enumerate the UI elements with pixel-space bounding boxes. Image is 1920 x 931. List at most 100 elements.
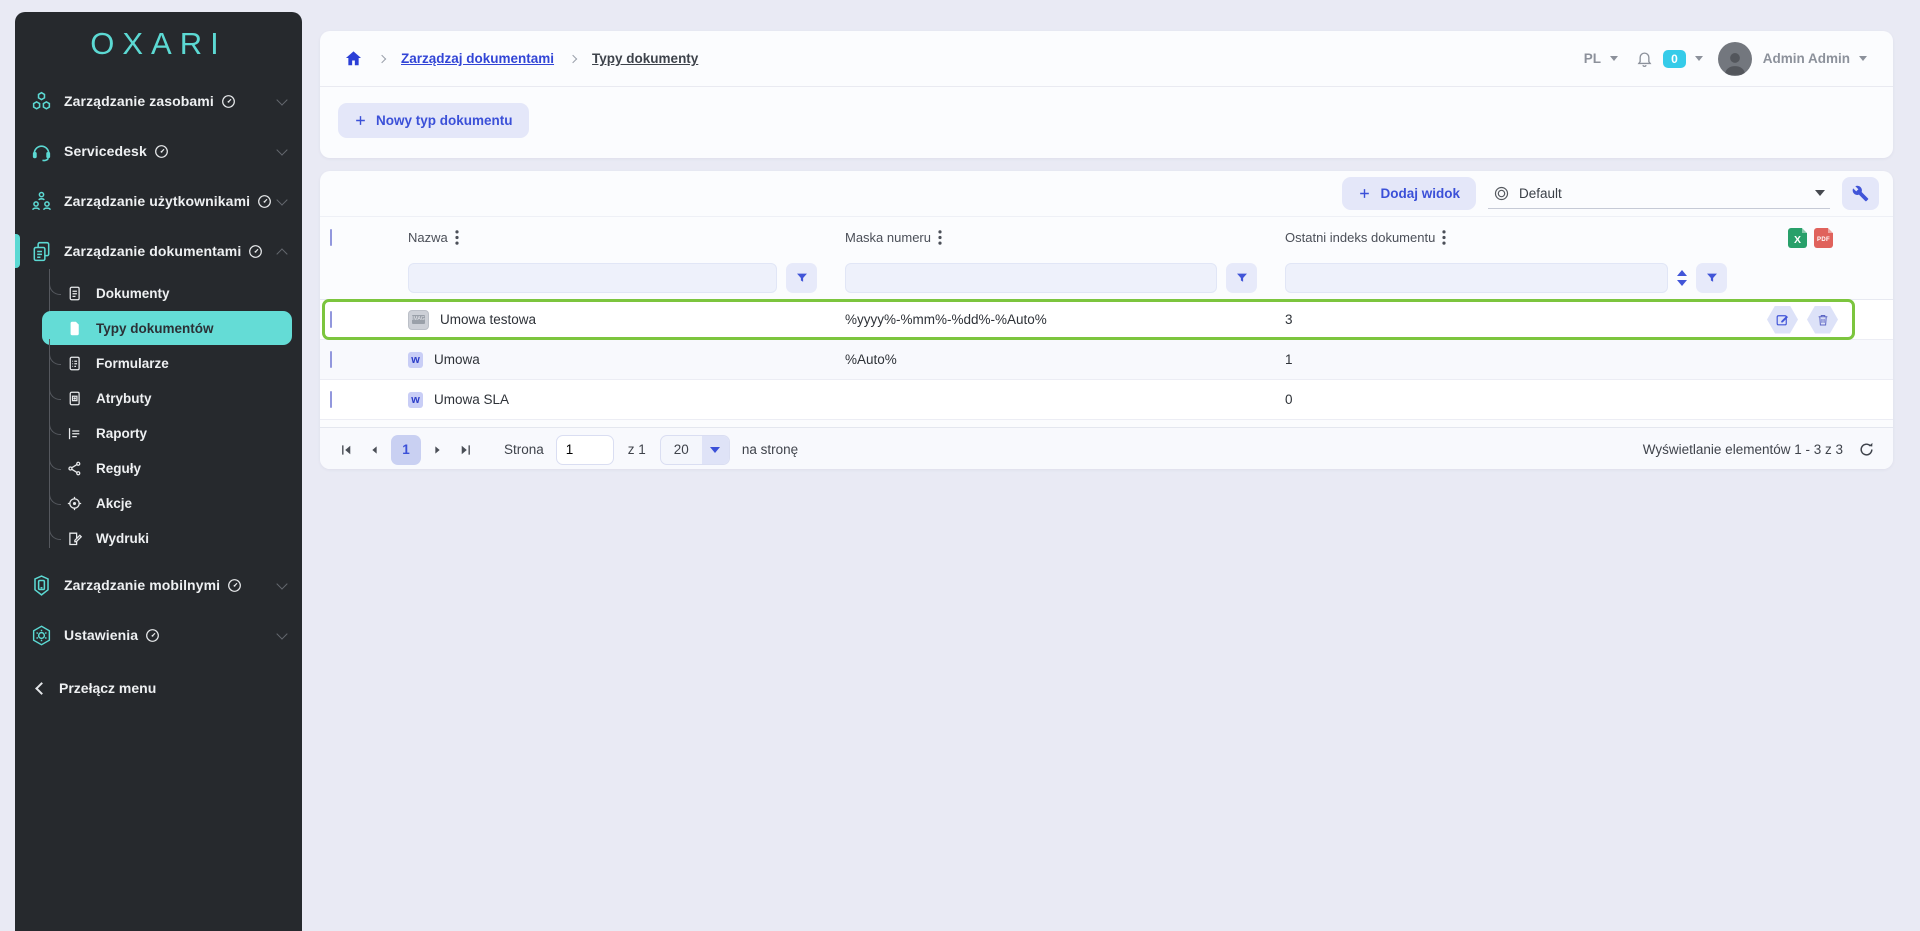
first-page-icon bbox=[339, 443, 353, 457]
page-actions: Nowy typ dokumentu bbox=[320, 87, 1893, 154]
filter-button-ostatni-indeks[interactable] bbox=[1696, 263, 1727, 293]
sidebar-item-label: Dokumenty bbox=[96, 286, 170, 301]
view-selector[interactable]: Default bbox=[1488, 179, 1830, 209]
document-type-index: 0 bbox=[1273, 392, 1743, 407]
breadcrumb-link-zarzadzaj-dokumentami[interactable]: Zarządzaj dokumentami bbox=[401, 51, 554, 66]
column-header-nazwa: Nazwa bbox=[408, 230, 448, 245]
users-icon bbox=[29, 189, 53, 213]
sidebar-item-label: Atrybuty bbox=[96, 391, 152, 406]
sidebar-item-zarzadzanie-mobilnymi[interactable]: Zarządzanie mobilnymi bbox=[15, 560, 302, 610]
assets-icon bbox=[29, 89, 53, 113]
caret-down-icon[interactable] bbox=[1610, 56, 1618, 61]
grid-settings-button[interactable] bbox=[1842, 177, 1879, 210]
document-blank-icon bbox=[65, 319, 83, 337]
caret-down-icon[interactable] bbox=[1695, 56, 1703, 61]
number-stepper[interactable] bbox=[1677, 270, 1687, 286]
next-page-button[interactable] bbox=[424, 435, 452, 465]
last-page-button[interactable] bbox=[452, 435, 480, 465]
page-size-value: 20 bbox=[661, 436, 702, 464]
mobile-shield-icon bbox=[29, 573, 53, 597]
settings-icon bbox=[29, 623, 53, 647]
select-all-checkbox[interactable] bbox=[330, 229, 332, 246]
export-excel-icon[interactable] bbox=[1788, 228, 1807, 248]
page-number-button[interactable]: 1 bbox=[391, 435, 421, 465]
chevron-down-icon bbox=[276, 144, 287, 155]
sidebar-item-servicedesk[interactable]: Servicedesk bbox=[15, 126, 302, 176]
document-type-index: 3 bbox=[1273, 312, 1743, 327]
sidebar-item-label: Zarządzanie dokumentami bbox=[64, 243, 241, 259]
documents-submenu: Dokumenty Typy dokumentów Formularze Atr… bbox=[15, 276, 302, 560]
filter-input-ostatni-indeks[interactable] bbox=[1285, 263, 1668, 293]
edit-row-button[interactable] bbox=[1767, 306, 1798, 334]
delete-row-button[interactable] bbox=[1807, 306, 1838, 334]
sidebar-item-zarzadzanie-uzytkownikami[interactable]: Zarządzanie użytkownikami bbox=[15, 176, 302, 226]
first-page-button[interactable] bbox=[332, 435, 360, 465]
add-view-button[interactable]: Dodaj widok bbox=[1342, 177, 1476, 210]
new-document-type-button[interactable]: Nowy typ dokumentu bbox=[338, 103, 529, 138]
language-selector-label[interactable]: PL bbox=[1584, 51, 1601, 66]
previous-page-button[interactable] bbox=[360, 435, 388, 465]
add-view-label: Dodaj widok bbox=[1380, 186, 1460, 201]
form-icon bbox=[65, 355, 83, 373]
last-page-icon bbox=[459, 443, 473, 457]
chevron-down-icon bbox=[276, 194, 287, 205]
page-size-selector[interactable]: 20 bbox=[660, 435, 730, 465]
image-placeholder-icon bbox=[408, 310, 429, 330]
sidebar: OXARI Zarządzanie zasobami Servicedesk Z… bbox=[15, 12, 302, 931]
page-number-input[interactable] bbox=[556, 435, 614, 465]
avatar[interactable] bbox=[1718, 42, 1752, 76]
user-bar: PL 0 Admin Admin bbox=[1584, 42, 1867, 76]
bell-icon[interactable] bbox=[1635, 49, 1654, 68]
export-pdf-icon[interactable] bbox=[1814, 228, 1833, 248]
breadcrumb-bar: Zarządzaj dokumentami Typy dokumenty PL … bbox=[320, 31, 1893, 87]
chevron-up-icon bbox=[276, 248, 287, 259]
sidebar-item-label: Wydruki bbox=[96, 531, 149, 546]
refresh-icon[interactable] bbox=[1858, 441, 1875, 458]
caret-down-icon[interactable] bbox=[1859, 56, 1867, 61]
table-row[interactable]: Umowa SLA 0 bbox=[320, 380, 1893, 420]
new-document-type-label: Nowy typ dokumentu bbox=[376, 113, 513, 128]
trash-icon bbox=[1816, 313, 1830, 327]
filter-button-nazwa[interactable] bbox=[786, 263, 817, 293]
sidebar-item-label: Zarządzanie użytkownikami bbox=[64, 193, 250, 209]
table-row[interactable]: Umowa %Auto% 1 bbox=[320, 340, 1893, 380]
column-menu-icon[interactable] bbox=[455, 230, 459, 245]
chevron-down-icon bbox=[276, 628, 287, 639]
row-checkbox[interactable] bbox=[330, 351, 332, 368]
word-file-icon bbox=[408, 392, 423, 408]
sidebar-item-zarzadzanie-zasobami[interactable]: Zarządzanie zasobami bbox=[15, 76, 302, 126]
table-filter-row bbox=[320, 258, 1893, 300]
sidebar-item-label: Zarządzanie zasobami bbox=[64, 93, 214, 109]
collapse-menu-button[interactable]: Przełącz menu bbox=[15, 666, 302, 710]
sidebar-item-wydruki[interactable]: Wydruki bbox=[15, 521, 302, 556]
sidebar-item-dokumenty[interactable]: Dokumenty bbox=[15, 276, 302, 311]
sidebar-item-typy-dokumentow[interactable]: Typy dokumentów bbox=[42, 311, 292, 345]
oxari-logo: OXARI bbox=[15, 12, 302, 76]
edit-icon bbox=[1775, 312, 1790, 327]
target-icon bbox=[65, 495, 83, 513]
filter-input-maska-numeru[interactable] bbox=[845, 263, 1217, 293]
user-name[interactable]: Admin Admin bbox=[1763, 51, 1850, 66]
print-edit-icon bbox=[65, 530, 83, 548]
next-page-icon bbox=[432, 444, 444, 456]
column-menu-icon[interactable] bbox=[1442, 230, 1446, 245]
rules-icon bbox=[65, 460, 83, 478]
home-icon[interactable] bbox=[344, 49, 363, 68]
document-type-name: Umowa bbox=[434, 352, 480, 367]
gauge-icon bbox=[227, 578, 242, 593]
chevron-down-icon bbox=[276, 578, 287, 589]
gauge-icon bbox=[221, 94, 236, 109]
sidebar-item-ustawienia[interactable]: Ustawienia bbox=[15, 610, 302, 660]
filter-button-maska-numeru[interactable] bbox=[1226, 263, 1257, 293]
notification-count-badge[interactable]: 0 bbox=[1663, 50, 1686, 68]
row-checkbox[interactable] bbox=[330, 391, 332, 408]
table-row[interactable]: Umowa testowa %yyyy%-%mm%-%dd%-%Auto% 3 bbox=[320, 300, 1893, 340]
documents-icon bbox=[29, 239, 53, 263]
view-selected-value: Default bbox=[1519, 186, 1562, 201]
column-menu-icon[interactable] bbox=[938, 230, 942, 245]
wrench-icon bbox=[1852, 185, 1869, 202]
sidebar-item-label: Servicedesk bbox=[64, 143, 147, 159]
row-checkbox[interactable] bbox=[330, 311, 332, 328]
items-summary: Wyświetlanie elementów 1 - 3 z 3 bbox=[1643, 442, 1843, 457]
filter-input-nazwa[interactable] bbox=[408, 263, 777, 293]
